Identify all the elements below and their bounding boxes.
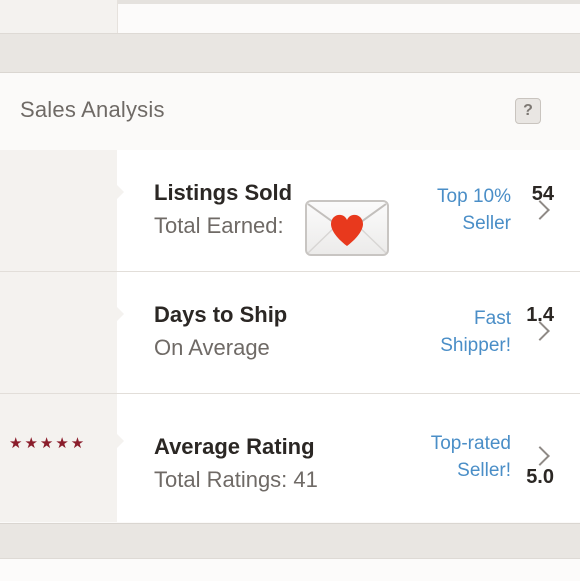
average-rating-row[interactable]: ★★★★★ 5.0 Average Rating Total Ratings: …: [0, 394, 580, 522]
badge-line: Seller: [462, 213, 511, 234]
badge-line: Top 10%: [437, 186, 511, 207]
row-pointer: [117, 434, 124, 448]
badge-line: Seller!: [457, 460, 511, 481]
row-pointer: [117, 185, 124, 199]
row-title: Listings Sold: [154, 180, 293, 205]
row-pointer: [117, 307, 124, 321]
row-title: Average Rating: [154, 434, 315, 459]
badge-line: Fast: [474, 308, 511, 329]
previous-card-left-column: [0, 0, 118, 33]
help-button[interactable]: ?: [515, 98, 541, 124]
chevron-right-icon[interactable]: [530, 446, 550, 466]
envelope-flap-icon: [307, 203, 387, 254]
shipper-badge[interactable]: Fast Shipper!: [371, 305, 511, 359]
star-rating-icon: ★★★★★: [9, 435, 87, 452]
card-title: Sales Analysis: [20, 97, 165, 122]
card-header: Sales Analysis ?: [0, 73, 580, 151]
days-to-ship-row[interactable]: 1.4 Days to Ship On Average Fast Shipper…: [0, 272, 580, 394]
row-title: Days to Ship: [154, 302, 288, 327]
previous-card-bottom: [0, 0, 580, 34]
sales-analysis-card: Sales Analysis ? 54 Listings Sold Total …: [0, 72, 580, 524]
row-subtitle: Total Earned:: [154, 213, 284, 238]
badge-line: Shipper!: [440, 335, 511, 356]
row-subtitle: On Average: [154, 335, 270, 360]
rating-badge[interactable]: Top-rated Seller!: [371, 430, 511, 484]
metric-column: [0, 272, 117, 393]
next-card-top: [0, 558, 580, 581]
metric-column: [0, 150, 117, 271]
badge-line: Top-rated: [430, 433, 511, 454]
listings-sold-row[interactable]: 54 Listings Sold Total Earned: Top 10% S…: [0, 150, 580, 272]
love-letter-icon: [305, 200, 389, 256]
metric-column: [0, 394, 117, 522]
seller-badge[interactable]: Top 10% Seller: [371, 183, 511, 237]
row-subtitle: Total Ratings: 41: [154, 467, 318, 492]
